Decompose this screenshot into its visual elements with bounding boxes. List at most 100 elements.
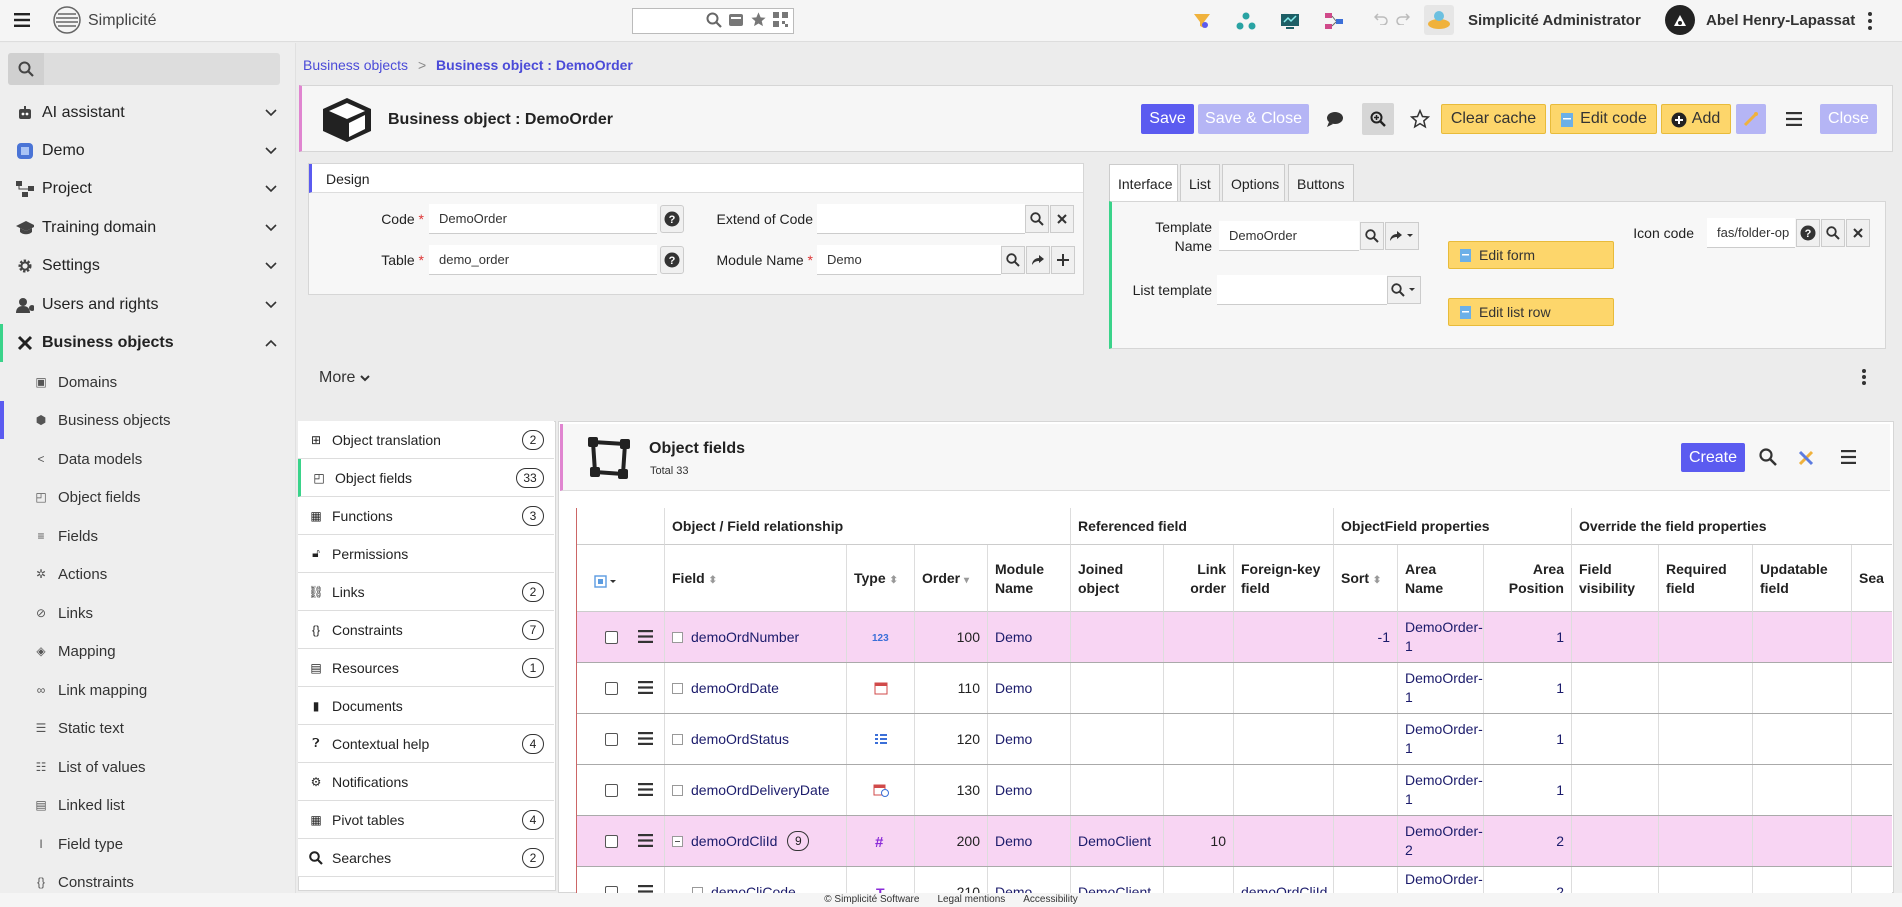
template-name-field[interactable]: DemoOrder [1219, 221, 1359, 251]
clear-icon[interactable] [1846, 219, 1870, 247]
diagram-icon[interactable] [1324, 11, 1344, 31]
share-arrow-icon[interactable] [1026, 246, 1050, 274]
row-menu-icon[interactable] [638, 630, 653, 643]
column-header-link-order[interactable]: Link order [1164, 545, 1234, 612]
sidebar-item-ai-assistant[interactable]: AI assistant [0, 94, 295, 132]
sidebar-subitem-links[interactable]: ⊘ Links [0, 594, 295, 632]
row-menu-icon[interactable] [638, 681, 653, 694]
table-row[interactable]: demoOrdStatus 120 Demo DemoOrder- 1 1 [577, 714, 1892, 765]
sidebar-item-business-objects[interactable]: Business objects [0, 324, 295, 362]
monitor-icon[interactable] [1280, 11, 1300, 31]
sidebar-subitem-data-models[interactable]: < Data models [0, 440, 295, 478]
avatar[interactable] [1665, 5, 1695, 35]
column-header-type[interactable]: Type ⬍ [847, 545, 915, 612]
table-field[interactable]: demo_order [429, 245, 657, 275]
row-menu-icon[interactable] [638, 834, 653, 847]
column-header-field[interactable]: Field ⬍ [665, 545, 847, 612]
clear-cache-button[interactable]: Clear cache [1441, 104, 1546, 134]
footer-accessibility-link[interactable]: Accessibility [1023, 894, 1077, 907]
edit-form-button[interactable]: Edit form [1448, 241, 1614, 269]
column-header-joined-object[interactable]: Joined object [1071, 545, 1164, 612]
simplicite-logo-icon[interactable] [52, 5, 82, 35]
column-header-required-field[interactable]: Required field [1659, 545, 1753, 612]
field-name[interactable]: demoOrdStatus [691, 730, 789, 749]
row-checkbox[interactable] [605, 631, 618, 644]
linked-list-contextual-help[interactable]: ❓︎ Contextual help 4 [298, 725, 554, 763]
row-checkbox[interactable] [605, 784, 618, 797]
scope-genie-icon[interactable] [1424, 5, 1454, 35]
save-button[interactable]: Save [1141, 104, 1194, 134]
scope-label[interactable]: Simplicité Administrator [1468, 12, 1641, 29]
close-button[interactable]: Close [1820, 104, 1877, 134]
linked-list-notifications[interactable]: ⚙︎ Notifications [298, 763, 554, 801]
linked-list-object-fields[interactable]: ◰ Object fields 33 [298, 459, 554, 497]
tools-icon[interactable] [1797, 449, 1815, 467]
sidebar-subitem-constraints[interactable]: {} Constraints [0, 863, 295, 893]
add-button[interactable]: Add [1661, 104, 1731, 134]
tab-options[interactable]: Options [1222, 164, 1285, 202]
sidebar-item-training-domain[interactable]: Training domain [0, 209, 295, 247]
menu-search-input[interactable] [8, 53, 280, 85]
share-arrow-dropdown-icon[interactable] [1385, 222, 1419, 250]
search-dropdown-icon[interactable] [1387, 276, 1421, 304]
linked-list-constraints[interactable]: {} Constraints 7 [298, 611, 554, 649]
linked-list-functions[interactable]: ▦ Functions 3 [298, 497, 554, 535]
table-row[interactable]: demoOrdCliId 9 #200 Demo DemoClient 10 DemoOrd… [577, 816, 1892, 867]
wand-icon[interactable] [1736, 104, 1766, 134]
star-icon[interactable] [750, 11, 767, 28]
linked-list-searches[interactable]: Searches 2 [298, 839, 554, 877]
table-row[interactable]: demoOrdDeliveryDate 130 Demo DemoOrder- 1 1 [577, 765, 1892, 816]
row-checkbox[interactable] [605, 682, 618, 695]
qrcode-icon[interactable] [773, 12, 788, 27]
menu-icon[interactable] [1786, 112, 1802, 126]
table-row[interactable]: demoOrdDate 110 Demo DemoOrder- 1 1 [577, 663, 1892, 714]
select-all-checkbox[interactable] [594, 575, 618, 589]
create-button[interactable]: Create [1681, 443, 1745, 472]
search-icon[interactable] [1360, 222, 1384, 250]
network-icon[interactable] [1236, 11, 1256, 31]
search-icon[interactable] [1821, 219, 1845, 247]
tab-list[interactable]: List [1180, 164, 1220, 202]
search-icon[interactable] [1759, 448, 1777, 466]
linked-list-permissions[interactable]: 🔓︎ Permissions [298, 535, 554, 573]
field-name[interactable]: demoOrdCliId [691, 832, 777, 851]
sidebar-subitem-field-type[interactable]: I Field type [0, 825, 295, 863]
sidebar-item-settings[interactable]: Settings [0, 247, 295, 285]
undo-icon[interactable] [1374, 11, 1394, 31]
linked-list-object-translation[interactable]: ⊞ Object translation 2 [298, 421, 554, 459]
sidebar-item-users-and-rights[interactable]: Users and rights [0, 286, 295, 324]
scanner-icon[interactable] [728, 12, 744, 28]
row-menu-icon[interactable] [638, 885, 653, 893]
sidebar-subitem-link-mapping[interactable]: ∞ Link mapping [0, 671, 295, 709]
zoom-icon[interactable] [1362, 103, 1394, 135]
list-template-field[interactable] [1217, 275, 1387, 305]
sidebar-subitem-object-fields[interactable]: ◰ Object fields [0, 478, 295, 516]
edit-list-row-button[interactable]: Edit list row [1448, 298, 1614, 326]
search-icon[interactable] [1025, 205, 1049, 233]
sidebar-subitem-list-of-values[interactable]: ☷ List of values [0, 748, 295, 786]
plus-icon[interactable] [1051, 246, 1075, 274]
row-checkbox[interactable] [605, 835, 618, 848]
sidebar-subitem-mapping[interactable]: ◈ Mapping [0, 632, 295, 670]
user-name[interactable]: Abel Henry-Lapassat [1706, 12, 1855, 29]
breadcrumb-parent-link[interactable]: Business objects [303, 57, 408, 73]
extend-of-code-field[interactable] [817, 204, 1025, 234]
vertical-dots-icon[interactable] [1862, 369, 1866, 385]
column-header-order[interactable]: Order ▾ [915, 545, 988, 612]
linked-list-pivot-tables[interactable]: ▦ Pivot tables 4 [298, 801, 554, 839]
row-checkbox[interactable] [605, 733, 618, 746]
menu-icon[interactable] [1841, 450, 1856, 464]
field-name[interactable]: demoOrdNumber [691, 628, 799, 647]
sidebar-subitem-business-objects[interactable]: ⬢ Business objects [0, 401, 295, 439]
column-header-field-visibility[interactable]: Field visibility [1572, 545, 1659, 612]
sidebar-item-project[interactable]: Project [0, 170, 295, 208]
sidebar-subitem-fields[interactable]: ≡ Fields [0, 517, 295, 555]
column-header-foreign-key-field[interactable]: Foreign-key field [1234, 545, 1334, 612]
sidebar-subitem-static-text[interactable]: ☰ Static text [0, 709, 295, 747]
row-menu-icon[interactable] [638, 732, 653, 745]
collapse-icon[interactable] [672, 835, 683, 847]
help-icon[interactable]: ? [660, 246, 684, 274]
row-checkbox[interactable] [605, 886, 618, 893]
field-name[interactable]: demoOrdDeliveryDate [691, 781, 830, 800]
tab-buttons[interactable]: Buttons [1288, 164, 1354, 202]
